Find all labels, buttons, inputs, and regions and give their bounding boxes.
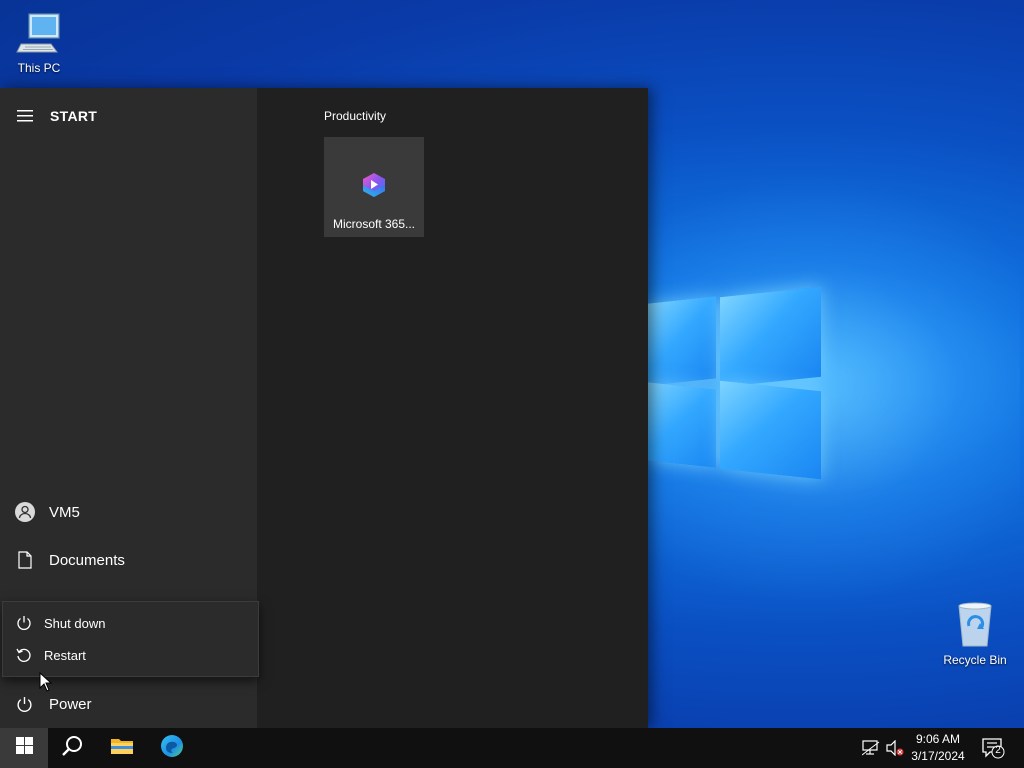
- file-explorer-button[interactable]: [98, 728, 146, 768]
- mouse-cursor-icon: [39, 671, 53, 697]
- desktop-icon-this-pc[interactable]: This PC: [0, 8, 78, 75]
- restart-option[interactable]: Restart: [3, 640, 258, 670]
- desktop-icon-label: This PC: [17, 61, 61, 75]
- start-documents[interactable]: Documents: [0, 540, 257, 580]
- start-menu-header: START: [0, 102, 257, 130]
- notification-center-icon[interactable]: 2: [982, 738, 1006, 760]
- recycle-bin-icon: [936, 600, 1014, 651]
- power-label: Power: [49, 695, 92, 713]
- edge-icon: [160, 734, 184, 763]
- desktop-icon-recycle-bin[interactable]: Recycle Bin: [936, 600, 1014, 667]
- tile-label: Microsoft 365...: [332, 217, 416, 231]
- start-button[interactable]: [0, 728, 48, 768]
- user-name: VM5: [49, 503, 80, 521]
- taskbar: 9:06 AM 3/17/2024 2: [0, 728, 1024, 768]
- document-icon: [0, 551, 49, 569]
- notification-count-badge: 2: [995, 745, 1001, 756]
- power-icon: [0, 696, 49, 713]
- shut-down-option[interactable]: Shut down: [3, 608, 258, 638]
- documents-label: Documents: [49, 551, 125, 569]
- desktop-icon-label: Recycle Bin: [943, 653, 1007, 667]
- clock-date: 3/17/2024: [911, 749, 965, 763]
- restart-label: Restart: [44, 647, 86, 663]
- tile-group-label: Productivity: [324, 109, 387, 123]
- search-icon: [61, 735, 83, 762]
- microsoft-365-icon: [360, 171, 388, 204]
- logo-pane-top-left: [648, 296, 716, 386]
- windows-logo-icon: [15, 737, 33, 759]
- logo-pane-bottom-left: [648, 382, 716, 468]
- edge-button[interactable]: [148, 728, 196, 768]
- clock-time: 9:06 AM: [915, 732, 961, 746]
- this-pc-icon: [0, 8, 78, 59]
- network-icon[interactable]: [861, 740, 880, 761]
- shut-down-label: Shut down: [44, 615, 106, 631]
- start-user-account[interactable]: VM5: [0, 492, 257, 532]
- hamburger-menu-icon[interactable]: [0, 102, 50, 130]
- logo-pane-bottom-right: [720, 380, 821, 480]
- restart-icon: [3, 647, 44, 663]
- start-menu-left-pane: START VM5 Documents Shut down Restart Po…: [0, 88, 259, 728]
- power-options-menu: Shut down Restart: [2, 601, 259, 677]
- power-icon: [3, 615, 44, 631]
- user-avatar-icon: [0, 502, 49, 522]
- logo-pane-top-right: [720, 286, 821, 388]
- start-title: START: [50, 108, 98, 124]
- start-menu: START VM5 Documents Shut down Restart Po…: [0, 88, 648, 728]
- folder-icon: [110, 736, 134, 761]
- tile-microsoft-365[interactable]: Microsoft 365...: [324, 137, 424, 237]
- search-button[interactable]: [48, 728, 96, 768]
